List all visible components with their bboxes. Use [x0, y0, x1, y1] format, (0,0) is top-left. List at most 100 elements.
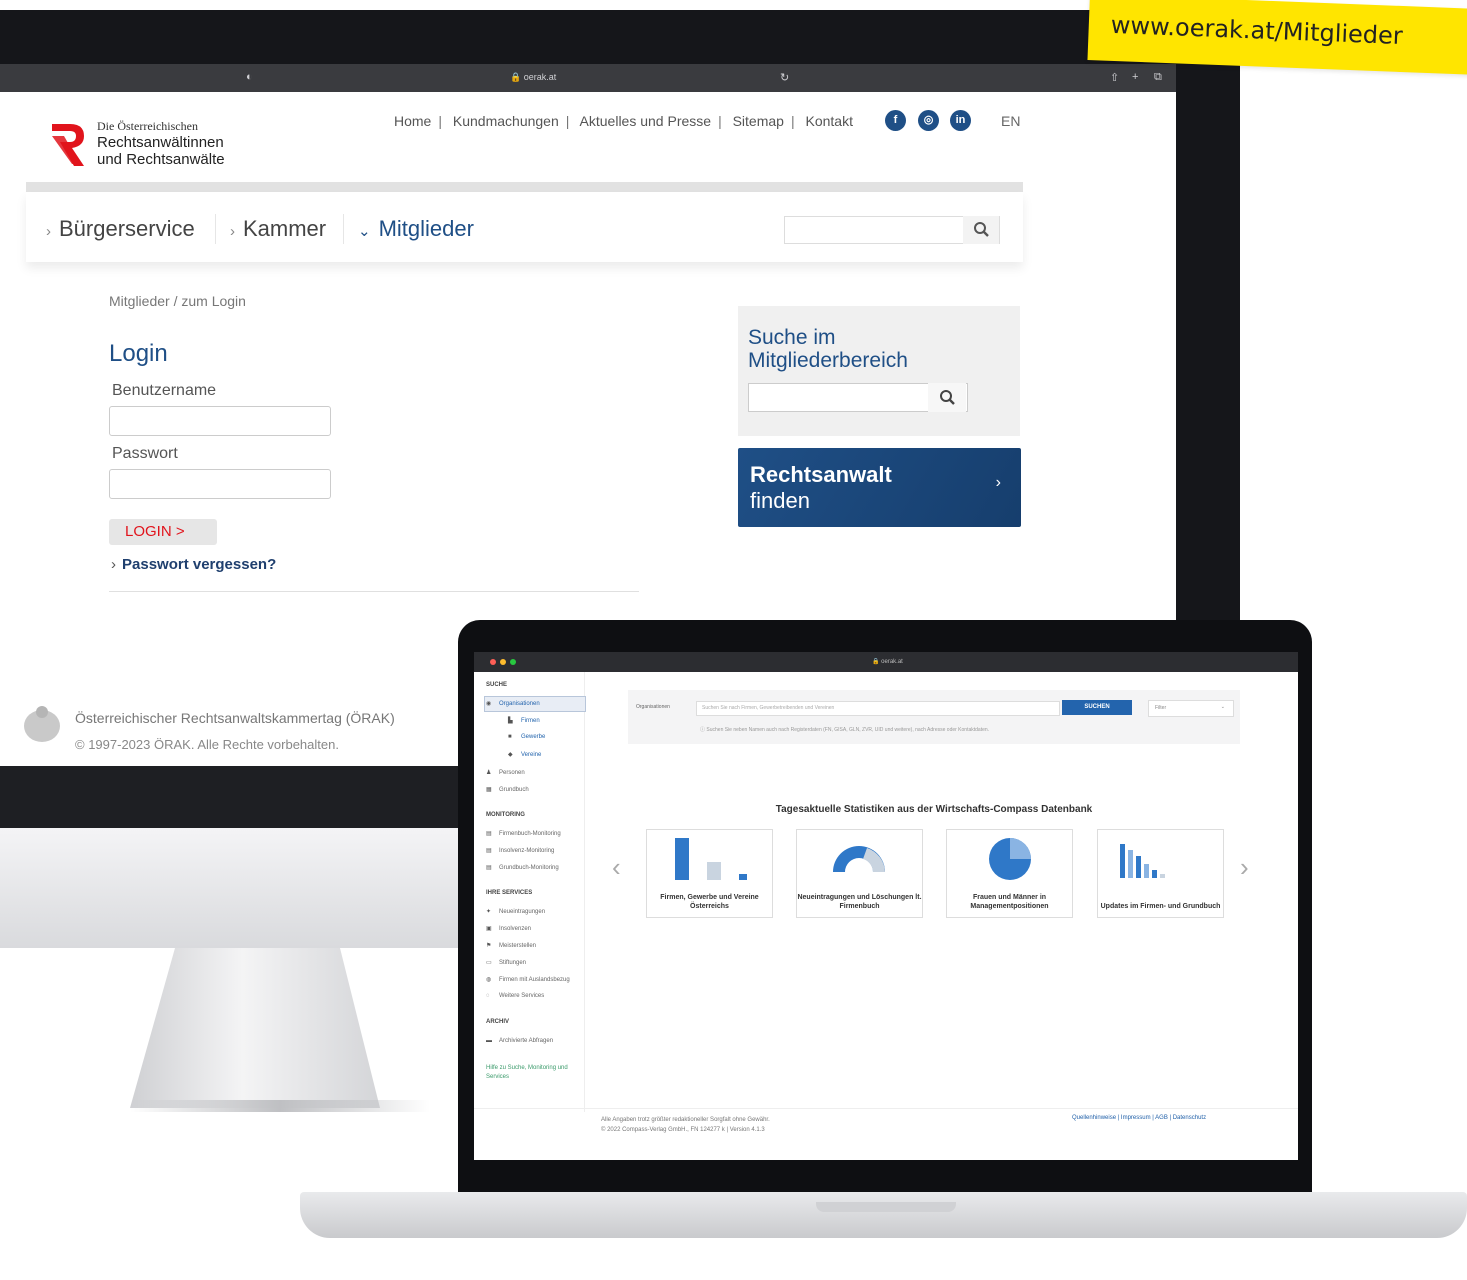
sidebar-item-label: Firmen [521, 718, 540, 724]
compass-search-input[interactable]: Suchen Sie nach Firmen, Gewerbetreibende… [696, 701, 1060, 716]
member-search-button[interactable] [928, 383, 966, 412]
sidebar-item-gewerbe[interactable]: ■ Gewerbe [508, 734, 545, 740]
linkedin-icon[interactable]: in [950, 110, 971, 131]
sidebar-item-label: Insolvenzen [499, 926, 532, 932]
shield-icon[interactable]: ◐ [246, 71, 253, 83]
sidebar-item-organisationen[interactable]: ◉ Organisationen [486, 700, 540, 707]
stat-card-firmen[interactable]: Firmen, Gewerbe und Vereine Österreichs [646, 829, 773, 918]
compass-footer: Alle Angaben trotz größter redaktionelle… [601, 1115, 770, 1135]
mainnav-mitglieder[interactable]: ⌄ Mitglieder [358, 216, 474, 242]
footer-copyright: © 1997-2023 ÖRAK. Alle Rechte vorbehalte… [75, 737, 339, 752]
nav-home[interactable]: Home [394, 113, 431, 129]
url-banner-text: www.oerak.at/Mitglieder [1110, 10, 1404, 51]
logo-line-1: Die Österreichischen [97, 119, 198, 133]
sidebar-item-insolvenzen[interactable]: ▣ Insolvenzen [486, 925, 531, 932]
compass-filter-select[interactable]: Filter ⌄ [1148, 700, 1234, 717]
forgot-password-link[interactable]: › Passwort vergessen? [111, 556, 276, 573]
pie-chart-icon [989, 838, 1031, 880]
sidebar-item-label: Neueintragungen [499, 909, 546, 915]
address-bar[interactable]: 🔒 oerak.at [510, 72, 556, 83]
sidebar-item-auslandsbezug[interactable]: ◍ Firmen mit Auslandsbezug [486, 976, 570, 983]
mainnav-kammer[interactable]: › Kammer [230, 216, 326, 242]
chevron-right-icon: › [46, 223, 51, 240]
chevron-down-icon: ⌄ [1220, 704, 1225, 710]
nav-sitemap[interactable]: Sitemap [733, 113, 784, 129]
minimize-icon[interactable] [500, 659, 506, 665]
search-scope-label: Organisationen [636, 704, 670, 710]
monitor-icon: ▤ [486, 848, 492, 854]
stat-card-label: Firmen, Gewerbe und Vereine Österreichs [660, 894, 759, 910]
breadcrumb[interactable]: Mitglieder / zum Login [109, 293, 246, 309]
sidebar-item-label: Firmen mit Auslandsbezug [499, 977, 570, 983]
sidebar-item-label: Organisationen [499, 701, 540, 707]
nav-aktuelles[interactable]: Aktuelles und Presse [580, 113, 712, 129]
login-button[interactable]: LOGIN > [109, 519, 217, 545]
sidebar-item-label: Gewerbe [521, 734, 546, 740]
person-icon: ♟ [486, 770, 492, 776]
search-icon [974, 222, 989, 237]
sidebar-item-meisterstellen[interactable]: ⚑ Meisterstellen [486, 942, 536, 949]
bar-chart-icon [1120, 844, 1165, 878]
search-placeholder: Suchen Sie nach Firmen, Gewerbetreibende… [702, 705, 835, 711]
mainnav-buergerservice[interactable]: › Bürgerservice [46, 216, 195, 242]
member-search-title: Suche im Mitgliederbereich [748, 326, 908, 372]
sidebar-item-firmen[interactable]: ▙ Firmen [508, 717, 540, 724]
tabs-icon[interactable]: ⧉ [1154, 71, 1162, 84]
find-lawyer-button[interactable]: Rechtsanwalt finden › [738, 448, 1021, 527]
new-tab-icon[interactable]: + [1132, 71, 1138, 83]
share-icon[interactable]: ⇧ [1110, 71, 1119, 84]
compass-footer-links[interactable]: Quellenhinweise | Impressum | AGB | Date… [1072, 1115, 1206, 1121]
mainnav-label: Kammer [243, 216, 327, 241]
mainnav-label: Mitglieder [378, 216, 474, 241]
instagram-icon[interactable]: ◎ [918, 110, 939, 131]
password-label: Passwort [112, 445, 178, 462]
sidebar-item-grundbuch-monitoring[interactable]: ▤ Grundbuch-Monitoring [486, 864, 559, 871]
federal-eagle-icon [24, 706, 60, 742]
maximize-icon[interactable] [510, 659, 516, 665]
monitor-stand [130, 948, 380, 1108]
laptop-notch [816, 1202, 956, 1212]
sidebar-item-personen[interactable]: ♟ Personen [486, 769, 525, 776]
close-icon[interactable] [490, 659, 496, 665]
password-input[interactable] [109, 469, 331, 499]
compass-footer-divider [474, 1108, 1298, 1109]
forgot-password-text: Passwort vergessen? [122, 556, 277, 573]
oerak-logo-icon[interactable] [50, 120, 86, 168]
compass-copyright: © 2022 Compass-Verlag GmbH., FN 124277 k… [601, 1127, 765, 1133]
language-switch[interactable]: EN [1001, 113, 1020, 129]
sidebar-item-grundbuch[interactable]: ▦ Grundbuch [486, 786, 529, 793]
carousel-next-icon[interactable]: › [1240, 852, 1249, 883]
gauge-chart-icon [833, 846, 885, 872]
stat-card-frauen-maenner[interactable]: Frauen und Männer in Managementpositione… [946, 829, 1073, 918]
sidebar-item-archivierte-abfragen[interactable]: ▬ Archivierte Abfragen [486, 1038, 553, 1044]
stat-card-neueintragungen[interactable]: Neueintragungen und Löschungen lt. Firme… [796, 829, 923, 918]
sidebar-item-label: Grundbuch [499, 787, 529, 793]
section-services: IHRE SERVICES [486, 890, 533, 896]
logo-line-2-text: Rechtsanwältinnen [97, 134, 224, 151]
stat-card-updates[interactable]: Updates im Firmen- und Grundbuch [1097, 829, 1224, 918]
site-search-button[interactable] [963, 216, 999, 244]
sidebar-item-insolvenz-monitoring[interactable]: ▤ Insolvenz-Monitoring [486, 847, 554, 854]
sidebar-item-neueintragungen[interactable]: ✦ Neueintragungen [486, 908, 545, 915]
facebook-icon[interactable]: f [885, 110, 906, 131]
sidebar-help-link[interactable]: Hilfe zu Suche, Monitoring und Services [486, 1064, 570, 1082]
nav-kontakt[interactable]: Kontakt [805, 113, 852, 129]
search-hint: ⓘ Suchen Sie neben Namen auch nach Regis… [700, 726, 989, 733]
carousel-prev-icon[interactable]: ‹ [612, 852, 621, 883]
footer-organization: Österreichischer Rechtsanwaltskammertag … [75, 710, 395, 726]
username-input[interactable] [109, 406, 331, 436]
laptop-browser-toolbar: 🔒 oerak.at [474, 652, 1298, 672]
nav-kundmachungen[interactable]: Kundmachungen [453, 113, 559, 129]
globe-icon: ◍ [486, 977, 492, 983]
help-text: Hilfe zu Suche, Monitoring und Services [486, 1065, 568, 1080]
sidebar-item-stiftungen[interactable]: ▭ Stiftungen [486, 959, 526, 966]
address-text: oerak.at [523, 72, 557, 82]
laptop-address-bar[interactable]: 🔒 oerak.at [872, 658, 903, 665]
compass-search-button[interactable]: SUCHEN [1062, 700, 1132, 715]
sidebar-item-firmenbuch-monitoring[interactable]: ▤ Firmenbuch-Monitoring [486, 830, 561, 837]
flag-icon: ⚑ [486, 943, 492, 949]
sidebar-item-label: Archivierte Abfragen [499, 1038, 554, 1044]
reload-icon[interactable]: ↻ [780, 71, 789, 84]
sidebar-item-weitere-services[interactable]: ◌ Weitere Services [486, 993, 544, 999]
sidebar-item-vereine[interactable]: ◆ Vereine [508, 751, 541, 758]
